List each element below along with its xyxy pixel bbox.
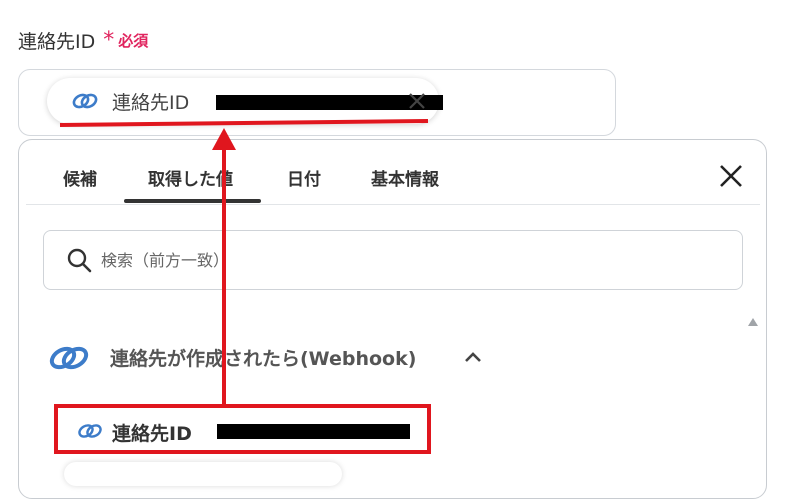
group-title[interactable]: 連絡先が作成されたら(Webhook) [110, 344, 416, 371]
list-item[interactable] [64, 462, 342, 486]
scroll-up-icon[interactable] [748, 318, 758, 326]
list-item-label[interactable]: 連絡先ID [112, 419, 192, 446]
required-asterisk: * [103, 27, 115, 53]
tab-date[interactable]: 日付 [287, 165, 321, 190]
search-input[interactable] [101, 246, 701, 274]
link-chain-icon [72, 93, 98, 109]
link-chain-icon [49, 346, 89, 370]
chip-label: 連絡先ID [112, 92, 190, 114]
field-label: 連絡先ID * 必須 [18, 27, 148, 54]
tab-acquired-values[interactable]: 取得した値 [148, 165, 233, 190]
required-badge: 必須 [118, 32, 149, 50]
tab-candidates[interactable]: 候補 [63, 165, 97, 190]
field-label-text: 連絡先ID [18, 31, 96, 53]
close-icon[interactable] [716, 161, 746, 191]
tabs-divider [26, 204, 760, 205]
active-tab-indicator [124, 199, 261, 203]
redacted-value [217, 424, 410, 439]
search-icon [67, 248, 92, 273]
link-chain-icon [78, 424, 102, 438]
tab-basic-info[interactable]: 基本情報 [371, 165, 439, 190]
selected-value-chip[interactable]: 連絡先ID [47, 78, 443, 124]
close-icon[interactable] [404, 88, 430, 114]
chevron-up-icon[interactable] [463, 349, 483, 365]
